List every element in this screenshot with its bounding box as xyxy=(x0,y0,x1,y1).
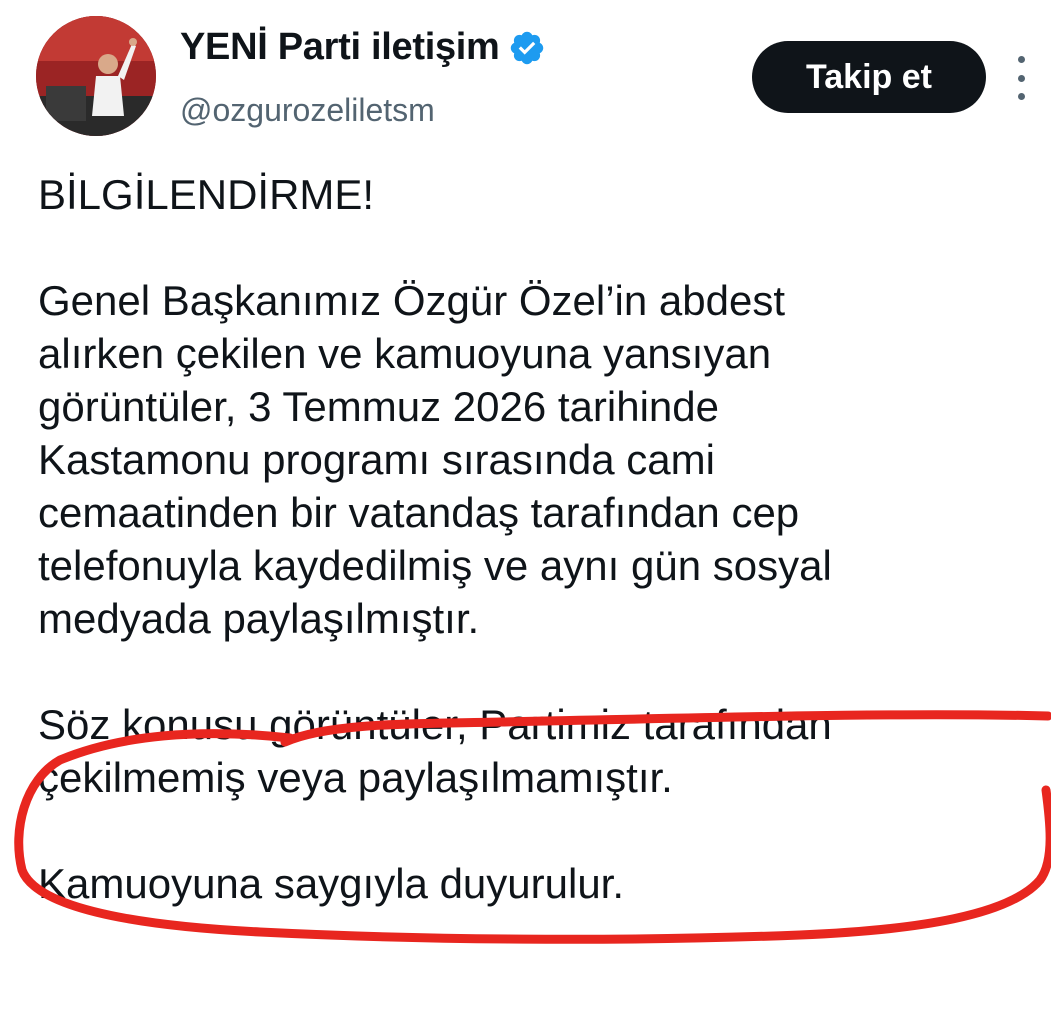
tweet-line: Genel Başkanımız Özgür Özel’in abdest xyxy=(38,277,786,324)
tweet-line: cemaatinden bir vatandaş tarafından cep xyxy=(38,489,800,536)
tweet-line-highlighted: çekilmemiş veya paylaşılmamıştır. xyxy=(38,754,673,801)
tweet-closing: Kamuoyuna saygıyla duyurulur. xyxy=(38,860,625,907)
avatar[interactable] xyxy=(36,16,156,136)
tweet-line: görüntüler, 3 Temmuz 2026 tarihinde xyxy=(38,383,719,430)
author-handle[interactable]: @ozgurozeliletsm xyxy=(180,92,435,129)
tweet-line-highlighted: Söz konusu görüntüler, Partimiz tarafınd… xyxy=(38,701,832,748)
follow-button[interactable]: Takip et xyxy=(752,41,986,113)
three-dots-vertical-icon[interactable] xyxy=(1006,56,1036,100)
profile-photo xyxy=(36,16,156,136)
tweet-text: BİLGİLENDİRME! Genel Başkanımız Özgür Öz… xyxy=(38,168,1043,910)
verified-badge-icon xyxy=(508,29,546,67)
tweet-line: telefonuyla kaydedilmiş ve aynı gün sosy… xyxy=(38,542,832,589)
tweet-line: Kastamonu programı sırasında cami xyxy=(38,436,715,483)
tweet-heading: BİLGİLENDİRME! xyxy=(38,171,375,218)
author-display-name[interactable]: YENİ Parti iletişim xyxy=(180,26,500,69)
author-display-name-row[interactable]: YENİ Parti iletişim xyxy=(180,26,546,69)
tweet-line: alırken çekilen ve kamuoyuna yansıyan xyxy=(38,330,772,377)
tweet-line: medyada paylaşılmıştır. xyxy=(38,595,480,642)
